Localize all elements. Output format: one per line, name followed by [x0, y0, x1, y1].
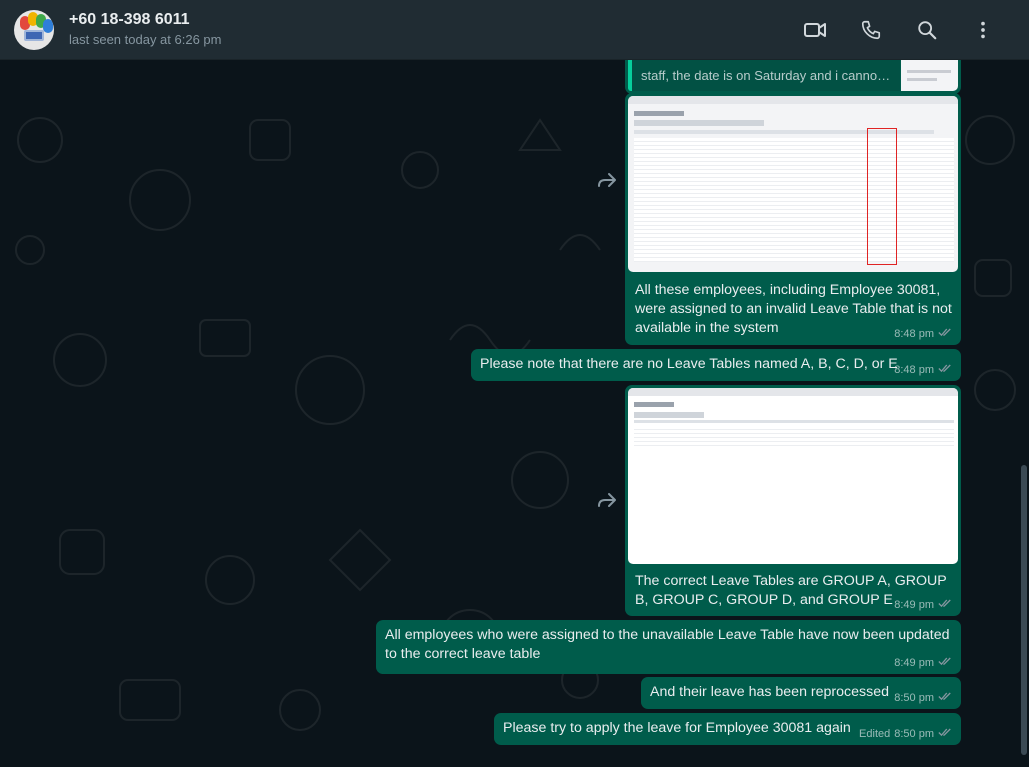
leave-master-screenshot[interactable] — [628, 388, 958, 564]
contact-info[interactable]: +60 18-398 6011 last seen today at 6:26 … — [69, 10, 221, 49]
message-text: Please note that there are no Leave Tabl… — [480, 356, 898, 372]
message-quoted-image[interactable]: staff, the date is on Saturday and i can… — [625, 60, 961, 94]
double-tick-icon — [938, 692, 952, 704]
message-time: 8:50 pm — [894, 728, 934, 740]
message-time: 8:49 pm — [894, 657, 934, 669]
employee-master-screenshot[interactable] — [628, 96, 958, 272]
double-tick-icon — [938, 328, 952, 340]
message-no-leave-tables[interactable]: Please note that there are no Leave Tabl… — [471, 349, 961, 381]
message-time: 8:48 pm — [894, 364, 934, 376]
video-call-icon[interactable] — [787, 10, 843, 50]
contact-avatar[interactable] — [14, 9, 54, 50]
message-text: Please try to apply the leave for Employ… — [503, 720, 851, 736]
contact-name: +60 18-398 6011 — [69, 11, 190, 28]
double-tick-icon — [938, 728, 952, 740]
message-reprocessed[interactable]: And their leave has been reprocessed 8:5… — [641, 677, 961, 709]
message-time: 8:49 pm — [894, 599, 934, 611]
scrollbar[interactable] — [1021, 465, 1027, 755]
message-image-leave-tables[interactable]: The correct Leave Tables are GROUP A, GR… — [625, 385, 961, 616]
message-time: 8:48 pm — [894, 328, 934, 340]
message-text: And their leave has been reprocessed — [650, 684, 889, 700]
quoted-thumbnail[interactable] — [901, 60, 958, 91]
voice-call-icon[interactable] — [843, 10, 899, 50]
message-time: 8:50 pm — [894, 692, 934, 704]
forward-icon[interactable] — [594, 487, 620, 513]
message-employees-updated[interactable]: All employees who were assigned to the u… — [376, 620, 961, 674]
message-apply-again[interactable]: Please try to apply the leave for Employ… — [494, 713, 961, 745]
edited-label: Edited — [859, 728, 891, 740]
last-seen-status: last seen today at 6:26 pm — [69, 32, 222, 47]
double-tick-icon — [938, 364, 952, 376]
message-list[interactable]: staff, the date is on Saturday and i can… — [0, 60, 1029, 767]
double-tick-icon — [938, 599, 952, 611]
double-tick-icon — [938, 657, 952, 669]
message-image-employees[interactable]: All these employees, including Employee … — [625, 93, 961, 345]
search-icon[interactable] — [899, 10, 955, 50]
quoted-text: staff, the date is on Saturday and i can… — [641, 68, 891, 83]
chat-header: +60 18-398 6011 last seen today at 6:26 … — [0, 0, 1029, 60]
forward-icon[interactable] — [594, 167, 620, 193]
more-options-icon[interactable] — [955, 10, 1011, 50]
message-text: All employees who were assigned to the u… — [385, 627, 950, 662]
